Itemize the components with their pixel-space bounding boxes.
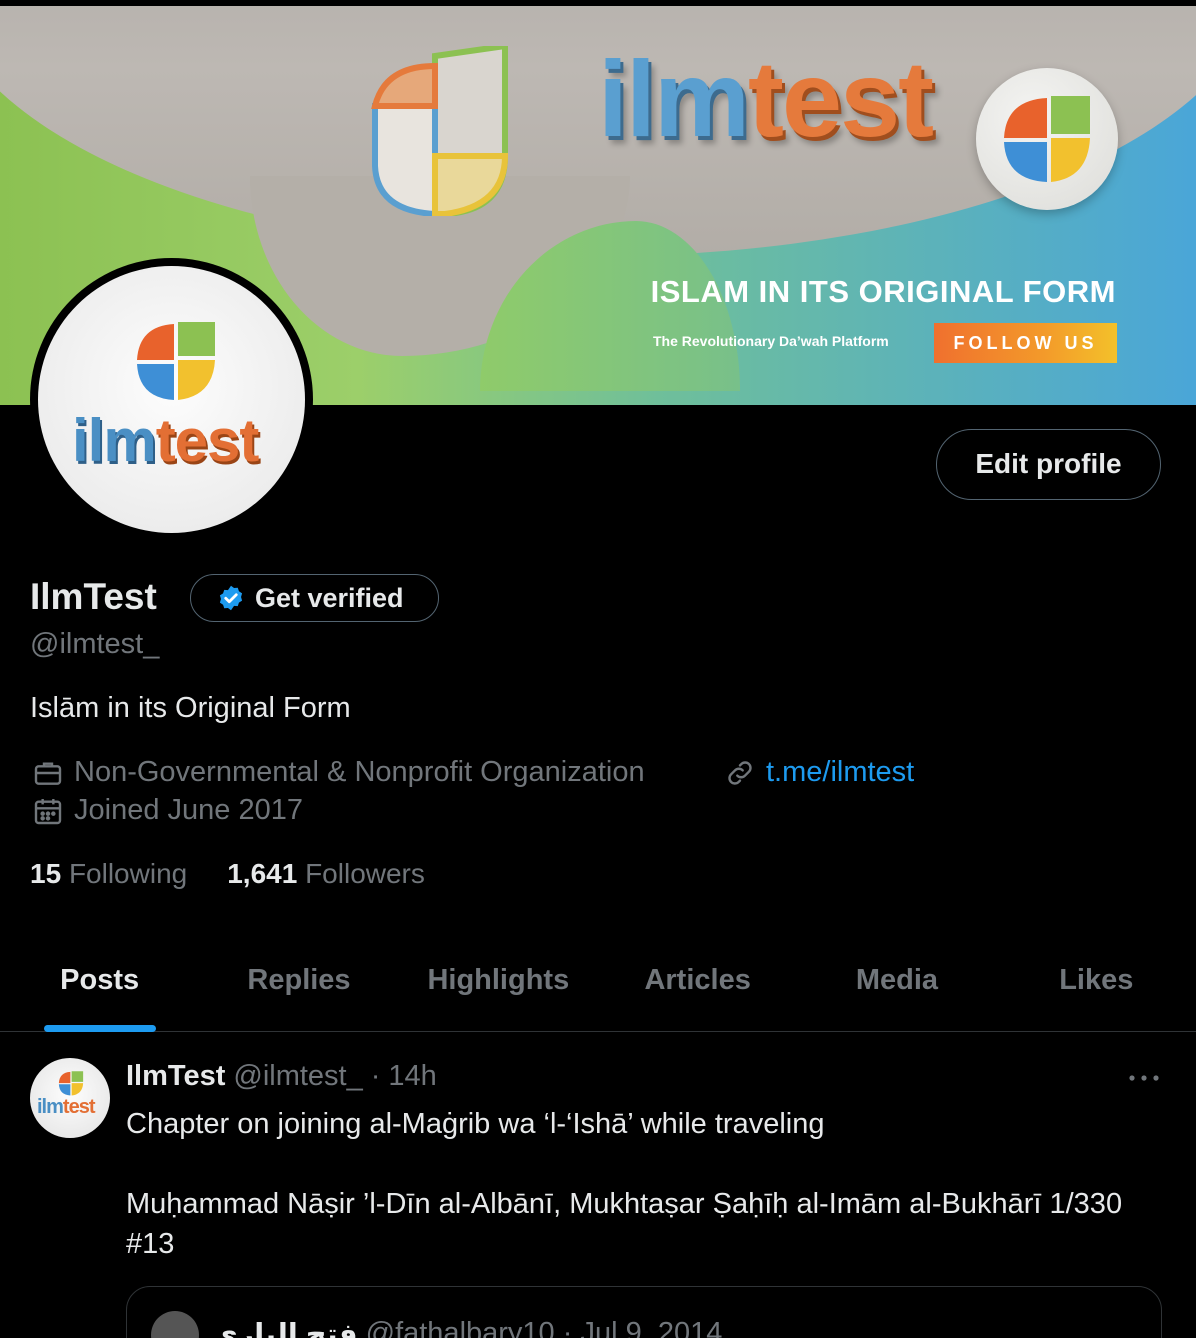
verified-badge-icon [219,585,243,611]
tab-highlights[interactable]: Highlights [399,940,598,1031]
quote-author-handle: @fathalbary10 · Jul 9, 2014 [365,1317,723,1338]
banner-frame-logo-icon [371,46,509,216]
tab-posts[interactable]: Posts [0,940,199,1031]
get-verified-button[interactable]: Get verified [190,574,439,622]
following-count: 15 [30,858,62,889]
post-avatar-brand-text: ilmtest [37,1096,95,1118]
post-author-name[interactable]: IlmTest [126,1060,225,1093]
banner-logo-badge [976,68,1118,210]
quote-author-name: فتح الباري [211,1319,358,1338]
tab-articles[interactable]: Articles [598,940,797,1031]
post-author-handle[interactable]: @ilmtest_ [233,1060,362,1093]
tab-media[interactable]: Media [797,940,996,1031]
following-label: Following [68,858,188,889]
quote-header: فتح الباري @fathalbary10 · Jul 9, 2014 [211,1317,722,1338]
banner-tagline: ISLAM IN ITS ORIGINAL FORM [650,274,1116,309]
profile-handle: @ilmtest_ [30,628,160,660]
post-text-line: Chapter on joining al-Maġrib wa ‘l-‘Ishā… [126,1108,825,1140]
post-separator: · [370,1060,381,1092]
joined-label: Joined June 2017 [74,794,303,826]
link-icon [728,760,752,785]
profile-name: IlmTest [30,576,157,617]
get-verified-label: Get verified [255,582,404,613]
calendar-icon [34,798,62,824]
post-timestamp[interactable]: 14h [388,1060,436,1093]
quote-author-avatar [151,1311,199,1338]
following-link[interactable]: 15 Following [30,858,187,890]
tab-replies[interactable]: Replies [199,940,398,1031]
post-author-avatar[interactable]: ilmtest [30,1058,110,1138]
profile-bio: Islām in its Original Form [30,692,351,724]
avatar-brand-text: ilmtest [72,407,259,474]
more-icon[interactable] [1124,1066,1164,1090]
followers-link[interactable]: 1,641 Followers [227,858,425,890]
followers-count: 1,641 [227,858,298,889]
followers-label: Followers [305,858,425,889]
edit-profile-button[interactable]: Edit profile [936,429,1161,500]
banner-subtagline: The Revolutionary Da’wah Platform [653,333,889,349]
avatar-image: ilmtest [38,266,305,533]
logo-quadrants-icon [1004,96,1090,182]
logo-quadrants-icon [137,322,215,400]
banner-follow-graphic: FOLLOW US [934,323,1117,363]
post-text-line: Muḥammad Nāṣir ’l-Dīn al-Albānī, Mukhtaṣ… [126,1188,1123,1260]
quoted-post[interactable]: فتح الباري @fathalbary10 · Jul 9, 2014 [126,1286,1162,1338]
banner-brand-text: ilmtest [598,38,934,159]
profile-stats: 15 Following 1,641 Followers [30,858,425,890]
profile-category: Non-Governmental & Nonprofit Organizatio… [32,756,645,789]
profile-joined: Joined June 2017 [32,794,303,827]
logo-quadrants-icon [58,1071,84,1096]
category-label: Non-Governmental & Nonprofit Organizatio… [74,756,645,788]
profile-link[interactable]: t.me/ilmtest [724,756,914,789]
briefcase-icon [34,761,62,785]
post-body: Chapter on joining al-Maġrib wa ‘l-‘Ishā… [126,1104,1156,1304]
profile-avatar[interactable]: ilmtest [30,258,313,541]
post-header: IlmTest @ilmtest_ · 14h [126,1060,437,1093]
profile-tabs: Posts Replies Highlights Articles Media … [0,940,1196,1032]
tab-likes[interactable]: Likes [997,940,1196,1031]
link-text[interactable]: t.me/ilmtest [766,756,914,789]
